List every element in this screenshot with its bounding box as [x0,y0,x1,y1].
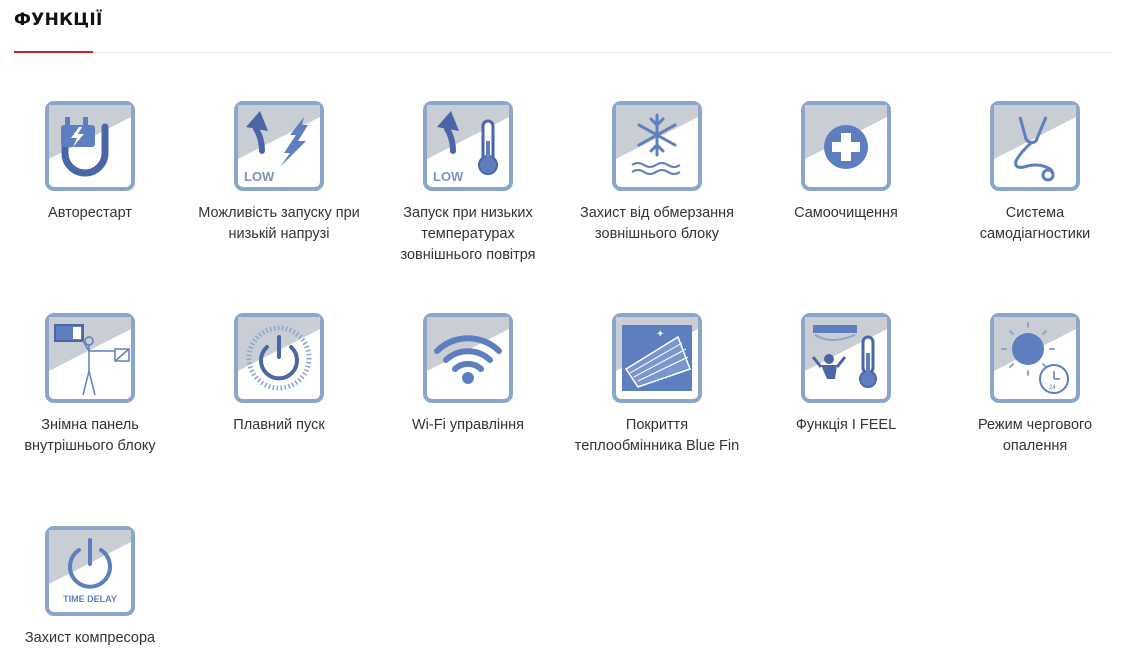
svg-text:TIME DELAY: TIME DELAY [63,594,117,604]
wifi-icon [423,313,513,403]
svg-text:24: 24 [1049,385,1056,391]
title-underline [14,51,93,53]
feature-label: Режим чергового опалення [977,417,1093,454]
feature-removable-panel: Знімна панель внутрішнього блоку [5,313,175,457]
i-feel-icon [801,313,891,403]
feature-label: Знімна панель внутрішнього блоку [24,417,156,454]
low-voltage-icon: LOW [234,101,324,191]
feature-label: Покриття теплообмінника Blue Fin [574,417,740,454]
feature-self-diagnostics: Система самодіагностики [950,101,1120,245]
removable-panel-icon [45,313,135,403]
feature-label: Захист компресора [24,630,156,646]
time-delay-icon: TIME DELAY [45,526,135,616]
svg-text:✦: ✦ [656,329,664,340]
standby-heating-icon: 24 [990,313,1080,403]
feature-label: Авторестарт [48,205,132,221]
feature-blue-fin: ✦ Покриття теплообмінника Blue Fin [572,313,742,457]
feature-label: Плавний пуск [233,417,325,433]
soft-start-icon [234,313,324,403]
feature-compressor-protection: TIME DELAY Захист компресора [5,526,175,649]
anti-freeze-icon [612,101,702,191]
feature-autorestart: Авторестарт [5,101,175,224]
feature-label: Можливість запуску при низькій напрузі [198,205,360,242]
feature-self-cleaning: Самоочищення [761,101,931,224]
feature-label: Захист від обмерзання зовнішнього блоку [579,205,735,242]
plug-restart-icon [45,101,135,191]
feature-soft-start: Плавний пуск [194,313,364,436]
feature-label: Самоочищення [794,205,898,221]
feature-anti-freeze: Захист від обмерзання зовнішнього блоку [572,101,742,245]
feature-standby-heating: 24 Режим чергового опалення [950,313,1120,457]
feature-label: Запуск при низьких температурах зовнішнь… [400,205,536,263]
feature-label: Функція I FEEL [795,417,897,433]
section-title: ФУНКЦІЇ [14,10,103,30]
feature-label: Wi-Fi управління [412,417,524,433]
feature-low-voltage: LOW Можливість запуску при низькій напру… [194,101,364,245]
stethoscope-icon [990,101,1080,191]
feature-label: Система самодіагностики [979,205,1091,242]
feature-i-feel: Функція I FEEL [761,313,931,436]
svg-text:LOW: LOW [433,169,464,184]
feature-low-temperature: LOW Запуск при низьких температурах зовн… [383,101,553,266]
feature-wifi: Wi-Fi управління [383,313,553,436]
low-temperature-icon: LOW [423,101,513,191]
svg-text:LOW: LOW [244,169,275,184]
self-cleaning-icon [801,101,891,191]
blue-fin-icon: ✦ [612,313,702,403]
section-header: ФУНКЦІЇ [14,8,1111,53]
